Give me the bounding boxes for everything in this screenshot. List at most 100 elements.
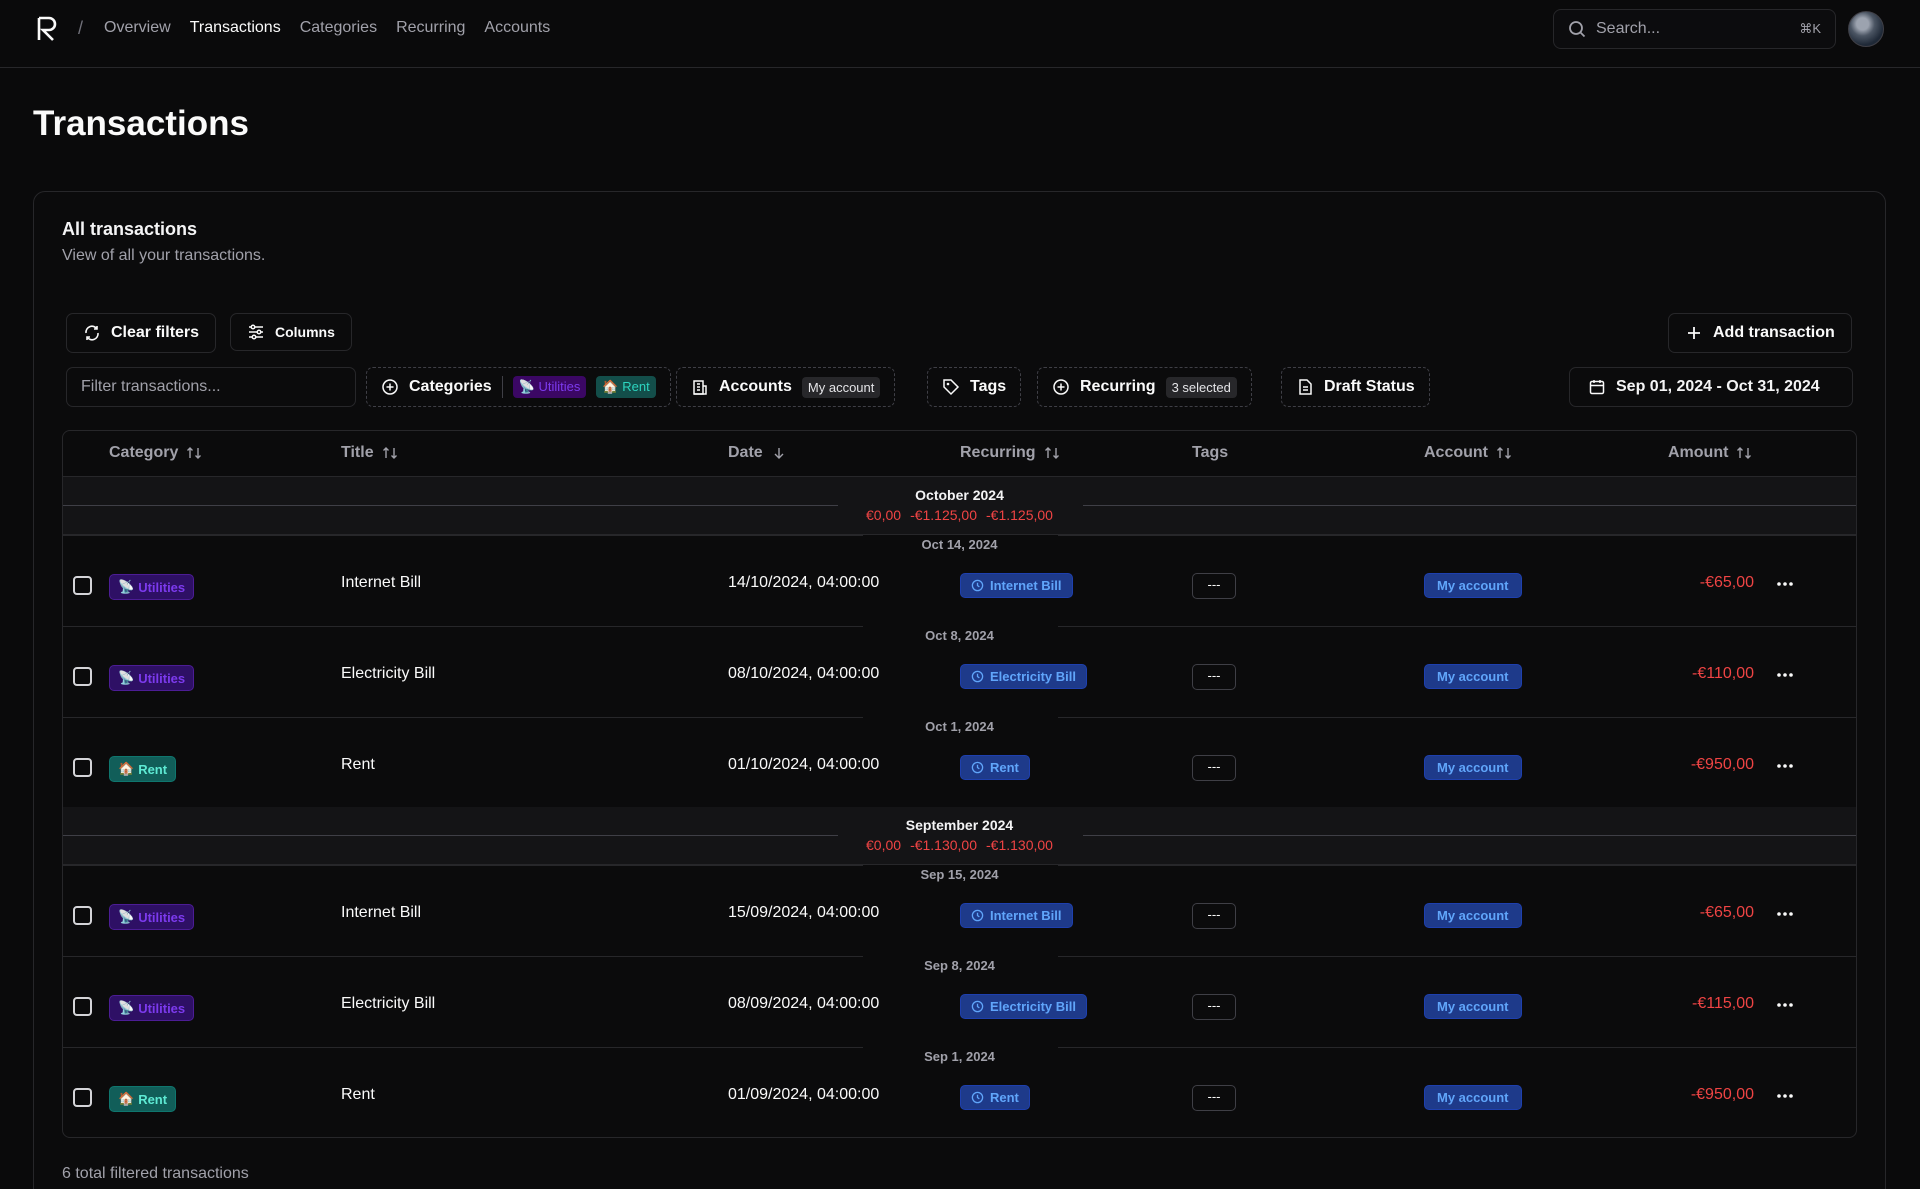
recurring-badge[interactable]: Electricity Bill (960, 664, 1087, 689)
row-checkbox[interactable] (73, 906, 92, 925)
app-logo-icon[interactable] (36, 16, 58, 42)
more-actions-icon[interactable] (1774, 901, 1796, 927)
accounts-filter[interactable]: Accounts My account (676, 367, 896, 407)
more-actions-icon[interactable] (1774, 571, 1796, 597)
more-actions-icon[interactable] (1774, 1083, 1796, 1109)
category-badge[interactable]: 📡 Utilities (109, 665, 195, 691)
account-badge[interactable]: My account (1424, 903, 1522, 928)
nav-accounts[interactable]: Accounts (484, 19, 550, 37)
recurring-badge[interactable]: Rent (960, 755, 1030, 780)
recurring-badge[interactable]: Rent (960, 1085, 1030, 1110)
categories-filter[interactable]: Categories 📡 Utilities 🏠 Rent (366, 367, 671, 407)
column-header-recurring[interactable]: Recurring (960, 444, 1060, 462)
plus-circle-icon (382, 379, 398, 395)
category-badge[interactable]: 🏠 Rent (109, 756, 177, 782)
recurring-badge[interactable]: Internet Bill (960, 903, 1073, 928)
nav-transactions[interactable]: Transactions (190, 19, 281, 37)
divider (1083, 505, 1856, 506)
filter-transactions-input[interactable]: Filter transactions... (66, 367, 356, 407)
row-checkbox[interactable] (73, 758, 92, 777)
transaction-amount: -€110,00 (1692, 665, 1754, 682)
row-checkbox[interactable] (73, 667, 92, 686)
day-group-header: Sep 1, 2024 (63, 1047, 1856, 1069)
month-total: -€1.130,00 (910, 837, 978, 853)
transactions-table: Category Title Date Recurring Tags Accou… (62, 430, 1857, 1138)
category-badge[interactable]: 📡 Utilities (109, 995, 195, 1021)
divider (1058, 626, 1856, 627)
sort-icon (382, 447, 397, 459)
clear-filters-button[interactable]: Clear filters (66, 313, 217, 353)
column-label: Tags (1192, 444, 1229, 461)
tags-placeholder: --- (1192, 903, 1236, 929)
column-header-tags[interactable]: Tags (1192, 444, 1228, 462)
day-group-header: Sep 15, 2024 (63, 865, 1856, 887)
month-group-header: October 2024 €0,00 -€1.125,00 -€1.125,00 (63, 477, 1856, 535)
row-checkbox[interactable] (73, 1088, 92, 1107)
row-checkbox[interactable] (73, 997, 92, 1016)
category-badge[interactable]: 📡 Utilities (109, 904, 195, 930)
more-actions-icon[interactable] (1774, 753, 1796, 779)
column-label: Title (341, 444, 374, 461)
clock-icon (971, 1000, 984, 1013)
draft-status-filter[interactable]: Draft Status (1281, 367, 1430, 407)
account-badge[interactable]: My account (1424, 1085, 1522, 1110)
table-row[interactable]: 📡 Utilities Internet Bill 14/10/2024, 04:00… (63, 557, 1856, 615)
table-row[interactable]: 🏠 Rent Rent 01/09/2024, 04:00:00 Rent --- My a… (63, 1069, 1856, 1127)
draft-status-label: Draft Status (1324, 378, 1415, 395)
column-header-category[interactable]: Category (109, 444, 202, 462)
table-row[interactable]: 📡 Utilities Electricity Bill 08/10/2024, 04… (63, 648, 1856, 706)
satellite-icon: 📡 (118, 579, 135, 594)
account-badge[interactable]: My account (1424, 664, 1522, 689)
recurring-label: Electricity Bill (990, 999, 1076, 1014)
divider (1058, 865, 1856, 866)
row-checkbox[interactable] (73, 576, 92, 595)
column-header-account[interactable]: Account (1424, 444, 1512, 462)
recurring-badge[interactable]: Internet Bill (960, 573, 1073, 598)
clock-icon (971, 909, 984, 922)
category-badge[interactable]: 🏠 Rent (109, 1086, 177, 1112)
month-name: October 2024 (915, 487, 1004, 503)
recurring-filter[interactable]: Recurring 3 selected (1037, 367, 1252, 407)
avatar[interactable] (1848, 11, 1884, 47)
divider (63, 626, 863, 627)
tags-placeholder: --- (1192, 755, 1236, 781)
divider (1058, 535, 1856, 536)
table-row[interactable]: 🏠 Rent Rent 01/10/2024, 04:00:00 Rent --- My a… (63, 739, 1856, 797)
recurring-label: Internet Bill (990, 908, 1062, 923)
more-actions-icon[interactable] (1774, 662, 1796, 688)
search-input[interactable]: Search... ⌘K (1553, 9, 1836, 49)
tags-placeholder: --- (1192, 994, 1236, 1020)
column-label: Recurring (960, 444, 1036, 461)
transaction-title: Rent (341, 756, 375, 773)
columns-label: Columns (275, 324, 335, 340)
more-actions-icon[interactable] (1774, 992, 1796, 1018)
divider (63, 865, 863, 866)
search-icon (1569, 21, 1586, 38)
table-row[interactable]: 📡 Utilities Electricity Bill 08/09/2024, 04… (63, 978, 1856, 1036)
sliders-icon (249, 324, 263, 340)
date-range-picker[interactable]: Sep 01, 2024 - Oct 31, 2024 (1569, 367, 1853, 407)
account-badge[interactable]: My account (1424, 994, 1522, 1019)
recurring-badge[interactable]: Electricity Bill (960, 994, 1087, 1019)
selected-category-utilities: 📡 Utilities (512, 376, 587, 398)
nav-overview[interactable]: Overview (104, 19, 171, 37)
arrow-down-icon (774, 448, 784, 459)
column-header-date[interactable]: Date (728, 444, 787, 462)
add-transaction-button[interactable]: Add transaction (1668, 313, 1852, 353)
column-header-amount[interactable]: Amount (1668, 444, 1752, 462)
table-row[interactable]: 📡 Utilities Internet Bill 15/09/2024, 04:00… (63, 887, 1856, 945)
column-label: Category (109, 444, 179, 461)
columns-button[interactable]: Columns (230, 313, 352, 351)
column-header-title[interactable]: Title (341, 444, 398, 462)
page-title: Transactions (33, 104, 249, 143)
account-badge[interactable]: My account (1424, 755, 1522, 780)
nav-categories[interactable]: Categories (300, 19, 377, 37)
nav-recurring[interactable]: Recurring (396, 19, 465, 37)
clock-icon (971, 761, 984, 774)
account-badge[interactable]: My account (1424, 573, 1522, 598)
month-total: -€1.125,00 (910, 507, 978, 523)
calendar-icon (1589, 380, 1605, 395)
tags-filter[interactable]: Tags (927, 367, 1022, 407)
tags-placeholder: --- (1192, 573, 1236, 599)
category-badge[interactable]: 📡 Utilities (109, 574, 195, 600)
